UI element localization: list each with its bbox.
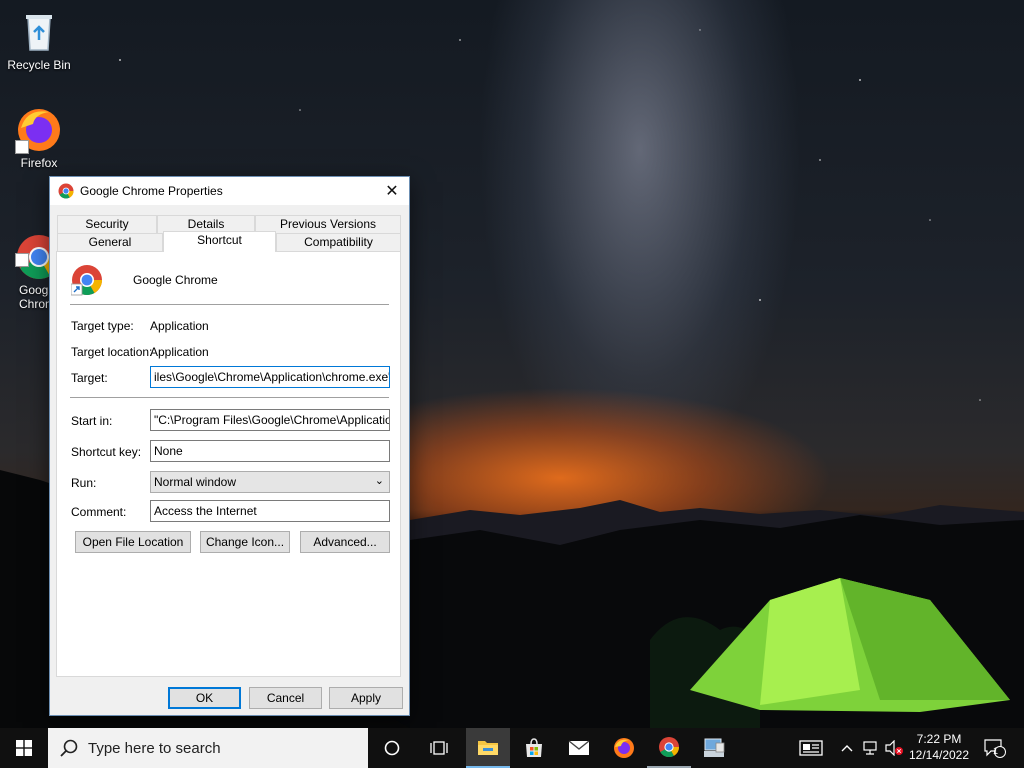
- search-placeholder: Type here to search: [88, 739, 221, 757]
- start-in-input[interactable]: "C:\Program Files\Google\Chrome\Applicat…: [150, 409, 390, 431]
- tab-previous-versions[interactable]: Previous Versions: [255, 215, 401, 233]
- app-name: Google Chrome: [133, 273, 218, 287]
- shortcut-key-input[interactable]: None: [150, 440, 390, 462]
- chevron-down-icon: ⌄: [374, 475, 384, 487]
- target-location-label: Target location:: [71, 345, 153, 359]
- desktop-icon-label: Firefox: [20, 156, 58, 170]
- advanced-button[interactable]: Advanced...: [300, 531, 390, 553]
- taskbar-mail[interactable]: [557, 728, 601, 768]
- start-in-label: Start in:: [71, 414, 113, 428]
- tab-shortcut[interactable]: Shortcut: [163, 231, 276, 252]
- clock-time: 7:22 PM: [916, 732, 962, 746]
- cortana-icon: [384, 740, 400, 756]
- target-type-label: Target type:: [71, 319, 134, 333]
- network-icon: [863, 741, 877, 755]
- notification-badge: 1: [993, 746, 999, 756]
- taskbar-network-app[interactable]: [692, 728, 736, 768]
- target-input[interactable]: iles\Google\Chrome\Application\chrome.ex…: [150, 366, 390, 388]
- taskbar-firefox[interactable]: [602, 728, 646, 768]
- desktop-icon-recycle-bin[interactable]: Recycle Bin: [1, 8, 77, 72]
- apply-button[interactable]: Apply: [329, 687, 403, 709]
- firefox-icon: [614, 738, 634, 758]
- task-view-icon: [430, 741, 448, 755]
- dialog-titlebar[interactable]: Google Chrome Properties ✕: [50, 177, 409, 205]
- mail-icon: [568, 740, 590, 755]
- volume-muted-icon: [885, 740, 903, 756]
- shortcut-overlay-icon: [15, 253, 29, 267]
- comment-input[interactable]: Access the Internet: [150, 500, 390, 522]
- tray-news-button[interactable]: [796, 728, 826, 768]
- tab-compatibility[interactable]: Compatibility: [276, 233, 401, 251]
- divider: [70, 397, 389, 398]
- windows-icon: [16, 740, 32, 756]
- close-icon: ✕: [385, 183, 399, 200]
- shortcut-key-label: Shortcut key:: [71, 445, 142, 459]
- start-button[interactable]: [0, 728, 48, 768]
- shortcut-tab-panel: Google Chrome Target type: Application T…: [56, 251, 401, 677]
- comment-label: Comment:: [71, 505, 127, 519]
- tray-volume-button[interactable]: [883, 728, 905, 768]
- run-select[interactable]: Normal window ⌄: [150, 471, 390, 493]
- desktop-icon-firefox[interactable]: Firefox: [1, 106, 77, 170]
- chrome-icon: [58, 183, 74, 199]
- recycle-bin-icon: [15, 8, 63, 56]
- divider: [70, 304, 389, 305]
- tray-overflow-button[interactable]: [838, 728, 856, 768]
- tray-network-button[interactable]: [860, 728, 882, 768]
- run-selected-value: Normal window: [154, 475, 237, 489]
- task-view-button[interactable]: [417, 728, 461, 768]
- chevron-up-icon: [841, 745, 853, 752]
- firefox-icon: [15, 106, 63, 154]
- properties-dialog: Google Chrome Properties ✕ Security Deta…: [49, 176, 410, 716]
- network-computer-icon: [704, 738, 725, 757]
- run-label: Run:: [71, 476, 97, 490]
- ok-button[interactable]: OK: [168, 687, 241, 709]
- target-label: Target:: [71, 371, 108, 385]
- clock-date: 12/14/2022: [908, 748, 970, 762]
- taskbar-file-explorer[interactable]: [466, 728, 510, 768]
- taskbar-search[interactable]: Type here to search: [48, 728, 368, 768]
- close-button[interactable]: ✕: [375, 177, 409, 205]
- cortana-button[interactable]: [370, 728, 414, 768]
- tab-general[interactable]: General: [57, 233, 163, 251]
- tray-clock[interactable]: 7:22 PM 12/14/2022: [906, 731, 972, 763]
- target-location-value: Application: [150, 345, 209, 359]
- chrome-icon: [659, 737, 680, 758]
- desktop-icon-label: Recycle Bin: [7, 58, 71, 72]
- search-icon: [60, 739, 78, 757]
- taskbar-microsoft-store[interactable]: [512, 728, 556, 768]
- target-type-value: Application: [150, 319, 209, 333]
- change-icon-button[interactable]: Change Icon...: [200, 531, 290, 553]
- taskbar-chrome[interactable]: [647, 728, 691, 768]
- action-center-button[interactable]: 1: [980, 728, 1010, 768]
- taskbar: Type here to search 7:22 PM 12/14/2022 1: [0, 728, 1024, 768]
- store-icon: [526, 738, 542, 757]
- dialog-title: Google Chrome Properties: [80, 184, 223, 198]
- chrome-icon: [71, 265, 102, 296]
- news-icon: [799, 740, 823, 756]
- tab-security[interactable]: Security: [57, 215, 157, 233]
- open-file-location-button[interactable]: Open File Location: [75, 531, 191, 553]
- shortcut-overlay-icon: [15, 140, 29, 154]
- folder-icon: [478, 741, 498, 755]
- cancel-button[interactable]: Cancel: [249, 687, 322, 709]
